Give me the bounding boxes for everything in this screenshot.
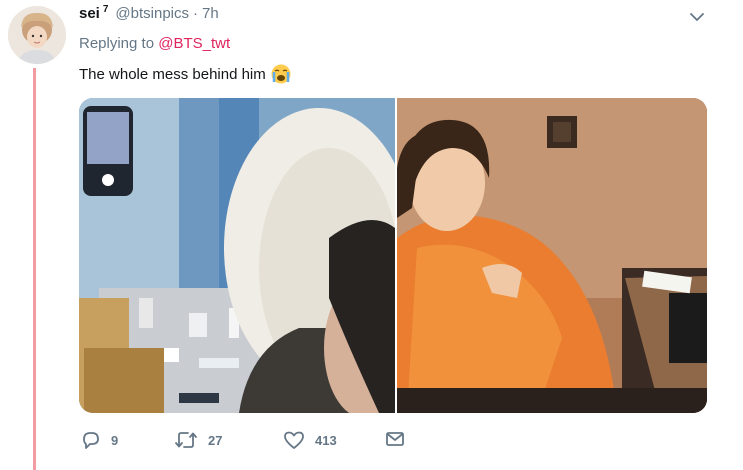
replying-to: Replying to @BTS_twt <box>79 35 230 52</box>
display-name[interactable]: sei <box>79 5 100 22</box>
thread-line <box>33 68 36 470</box>
user-handle[interactable]: @btsinpics <box>115 5 189 22</box>
tweet-timestamp[interactable]: 7h <box>202 5 219 22</box>
name-superscript: 7 <box>102 4 109 15</box>
replying-prefix: Replying to <box>79 35 155 52</box>
retweet-icon <box>175 432 197 448</box>
photo-1[interactable] <box>79 98 395 413</box>
reply-count: 9 <box>111 432 119 448</box>
photo-1-image <box>79 98 395 413</box>
direct-message-button[interactable] <box>385 430 405 448</box>
tweet-body: The whole mess behind him <box>79 65 266 83</box>
header-separator: · <box>193 5 199 22</box>
media-grid <box>79 98 707 413</box>
heart-icon <box>284 431 304 449</box>
replying-to-link[interactable]: @BTS_twt <box>158 35 230 52</box>
avatar[interactable] <box>8 6 66 64</box>
avatar-image <box>8 6 66 64</box>
retweet-count: 27 <box>208 432 223 448</box>
tweet-text: The whole mess behind him <box>79 64 291 84</box>
envelope-icon <box>386 432 404 446</box>
tweet-actions: 9 27 413 <box>79 430 479 456</box>
retweet-button[interactable]: 27 <box>174 430 222 450</box>
more-options-button[interactable] <box>688 8 706 26</box>
reply-button[interactable]: 9 <box>81 430 118 450</box>
like-button[interactable]: 413 <box>283 430 337 450</box>
photo-2[interactable] <box>397 98 707 413</box>
reply-icon <box>83 432 99 449</box>
like-count: 413 <box>315 432 337 448</box>
chevron-down-icon <box>690 12 704 21</box>
photo-2-image <box>397 98 707 413</box>
tweet-header: sei 7 @btsinpics · 7h <box>79 4 219 25</box>
loudly-crying-face-emoji <box>271 64 291 84</box>
